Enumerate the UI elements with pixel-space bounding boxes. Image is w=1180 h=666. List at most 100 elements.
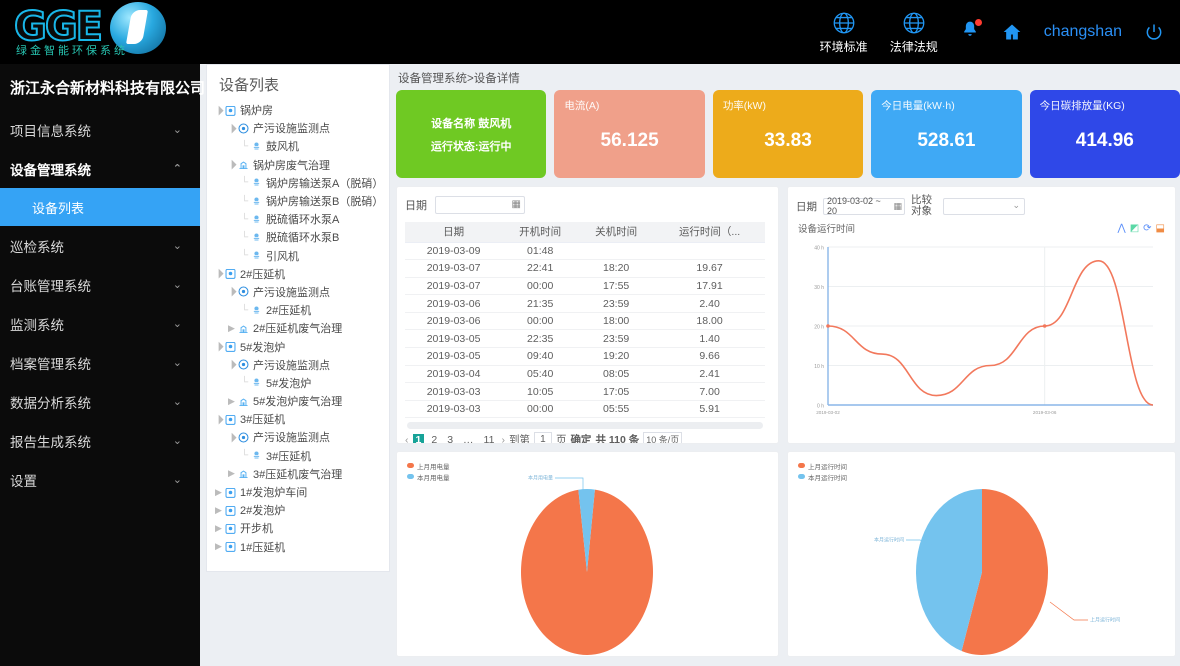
tree-node[interactable]: └锅炉房输送泵A（脱硝） — [213, 174, 389, 192]
pagination-next-button[interactable]: › — [501, 434, 505, 444]
tree-toggle-collapsed-icon[interactable]: ▶ — [213, 541, 224, 552]
tree-toggle-collapsed-icon[interactable]: ▶ — [213, 505, 224, 516]
pagination-page-size-select[interactable]: 10 条/页 — [643, 432, 682, 444]
table-row[interactable]: 2019-03-0722:4118:2019.67 — [405, 260, 765, 278]
tree-node[interactable]: ▶5#发泡炉废气治理 — [213, 392, 389, 410]
pagination-total-label: 共 110 条 — [595, 432, 639, 444]
legend-item-last-month-runtime[interactable]: 上月运行时间 — [798, 460, 847, 471]
bar-switch-icon[interactable]: ◩ — [1130, 223, 1139, 234]
sidebar-item-label: 项目信息系统 — [10, 120, 91, 140]
legend-item-this-month-runtime[interactable]: 本月运行时间 — [798, 471, 847, 482]
pagination-page-2[interactable]: 2 — [428, 434, 440, 444]
tree-node[interactable]: └2#压延机 — [213, 301, 389, 319]
chevron-up-icon: ⌃ — [173, 162, 182, 175]
tree-node[interactable]: ◢产污设施监测点 — [213, 119, 389, 137]
sidebar-item-inspection[interactable]: 巡检系统 ⌄ — [0, 226, 200, 265]
pagination-page-11[interactable]: 11 — [481, 434, 498, 444]
factory-icon — [224, 504, 237, 517]
table-cell: 08:05 — [578, 365, 654, 383]
tree-node[interactable]: ◢2#压延机 — [213, 265, 389, 283]
tree-node[interactable]: ◢产污设施监测点 — [213, 428, 389, 446]
tree-node[interactable]: ▶2#压延机废气治理 — [213, 319, 389, 337]
sidebar-item-project-info[interactable]: 项目信息系统 ⌄ — [0, 110, 200, 149]
tree-node[interactable]: ▶2#发泡炉 — [213, 501, 389, 519]
sidebar-item-report-generation[interactable]: 报告生成系统 ⌄ — [0, 421, 200, 460]
tree-node[interactable]: └5#发泡炉 — [213, 374, 389, 392]
table-row[interactable]: 2019-03-0901:48 — [405, 242, 765, 260]
tree-node[interactable]: └引风机 — [213, 247, 389, 265]
tree-toggle-collapsed-icon[interactable]: ▶ — [226, 323, 237, 334]
tree-node[interactable]: ▶3#压延机废气治理 — [213, 465, 389, 483]
legend-item-this-month-electricity[interactable]: 本月用电量 — [407, 471, 450, 482]
table-row[interactable]: 2019-03-0621:3523:592.40 — [405, 295, 765, 313]
sidebar-item-equipment-list[interactable]: 设备列表 — [0, 188, 200, 226]
table-cell: 23:59 — [578, 330, 654, 348]
tree-node[interactable]: └脱硫循环水泵B — [213, 228, 389, 246]
chart-date-range-input[interactable]: 2019-03-02 ~ 20 ▦ — [823, 198, 905, 215]
sidebar-item-ledger[interactable]: 台账管理系统 ⌄ — [0, 265, 200, 304]
pagination-page-1[interactable]: 1 — [413, 434, 425, 444]
date-filter-input[interactable]: ▦ — [435, 196, 525, 214]
sidebar-item-monitoring[interactable]: 监测系统 ⌄ — [0, 304, 200, 343]
nav-laws-regulations[interactable]: 法律法规 — [890, 10, 938, 55]
app-logo[interactable]: GGE 绿金智能环保系统 — [0, 0, 200, 64]
tree-toggle-collapsed-icon[interactable]: ▶ — [226, 468, 237, 479]
tree-node-label: 产污设施监测点 — [253, 357, 330, 373]
compare-target-select[interactable]: ⌄ — [943, 198, 1025, 215]
table-row[interactable]: 2019-03-0310:0517:057.00 — [405, 383, 765, 401]
tree-toggle-collapsed-icon[interactable]: ▶ — [213, 487, 224, 498]
sidebar-item-equipment-management[interactable]: 设备管理系统 ⌃ — [0, 149, 200, 188]
power-icon[interactable] — [1144, 22, 1164, 42]
line-switch-icon[interactable]: ⋀ — [1118, 223, 1126, 234]
tree-node[interactable]: ◢锅炉房 — [213, 101, 389, 119]
tree-node[interactable]: ◢产污设施监测点 — [213, 283, 389, 301]
home-icon[interactable] — [1002, 22, 1022, 42]
tree-toggle-collapsed-icon[interactable]: ▶ — [226, 396, 237, 407]
tree-node-label: 脱硫循环水泵A — [266, 211, 339, 227]
tree-toggle-collapsed-icon[interactable]: ▶ — [213, 523, 224, 534]
pagination-prev-button[interactable]: ‹ — [405, 434, 409, 444]
tree-panel-title: 设备列表 — [207, 65, 389, 101]
pagination-goto-input[interactable]: 1 — [534, 432, 552, 444]
tree-node[interactable]: ◢3#压延机 — [213, 410, 389, 428]
table-row[interactable]: 2019-03-0522:3523:591.40 — [405, 330, 765, 348]
sidebar-item-settings[interactable]: 设置 ⌄ — [0, 460, 200, 499]
table-column-header[interactable]: 开机时间 — [502, 222, 578, 242]
table-horizontal-scrollbar[interactable] — [407, 422, 763, 429]
compare-target-label: 比较对象 — [911, 195, 937, 217]
table-row[interactable]: 2019-03-0509:4019:209.66 — [405, 348, 765, 366]
table-column-header[interactable]: 运行时间（... — [654, 222, 765, 242]
tree-node[interactable]: └鼓风机 — [213, 137, 389, 155]
refresh-icon[interactable]: ⟳ — [1143, 223, 1151, 234]
sidebar-item-archive[interactable]: 档案管理系统 ⌄ — [0, 343, 200, 382]
tree-node[interactable]: ▶开步机 — [213, 519, 389, 537]
table-column-header[interactable]: 日期 — [405, 222, 502, 242]
tree-node[interactable]: ◢锅炉房废气治理 — [213, 156, 389, 174]
tree-node[interactable]: └脱硫循环水泵A — [213, 210, 389, 228]
tree-node[interactable]: ▶1#压延机 — [213, 538, 389, 556]
notifications-button[interactable] — [960, 20, 980, 45]
legend-item-last-month-electricity[interactable]: 上月用电量 — [407, 460, 450, 471]
equipment-tree[interactable]: ◢锅炉房◢产污设施监测点└鼓风机◢锅炉房废气治理└锅炉房输送泵A（脱硝）└锅炉房… — [207, 101, 389, 556]
tree-node-label: 锅炉房输送泵B（脱硝） — [266, 193, 383, 209]
pagination-confirm-button[interactable]: 确定 — [570, 432, 591, 444]
kpi-card-device-status: 设备名称 鼓风机运行状态:运行中 — [396, 90, 546, 178]
table-cell: 19.67 — [654, 260, 765, 278]
table-row[interactable]: 2019-03-0405:4008:052.41 — [405, 365, 765, 383]
download-icon[interactable]: ⬓ — [1156, 223, 1165, 234]
tree-node[interactable]: └锅炉房输送泵B（脱硝） — [213, 192, 389, 210]
pagination-page-3[interactable]: 3 — [444, 434, 456, 444]
table-row[interactable]: 2019-03-0600:0018:0018.00 — [405, 312, 765, 330]
tree-node[interactable]: ▶1#发泡炉车间 — [213, 483, 389, 501]
table-row[interactable]: 2019-03-0300:0005:555.91 — [405, 400, 765, 418]
table-cell: 17.91 — [654, 277, 765, 295]
company-name: 浙江永合新材料科技有限公司 — [0, 64, 200, 110]
tree-node[interactable]: ◢产污设施监测点 — [213, 356, 389, 374]
table-row[interactable]: 2019-03-0700:0017:5517.91 — [405, 277, 765, 295]
sidebar-item-data-analysis[interactable]: 数据分析系统 ⌄ — [0, 382, 200, 421]
tree-node[interactable]: └3#压延机 — [213, 447, 389, 465]
table-column-header[interactable]: 关机时间 — [578, 222, 654, 242]
username-label[interactable]: changshan — [1044, 23, 1122, 41]
tree-node[interactable]: ◢5#发泡炉 — [213, 337, 389, 355]
nav-env-standard[interactable]: 环境标准 — [820, 10, 868, 55]
